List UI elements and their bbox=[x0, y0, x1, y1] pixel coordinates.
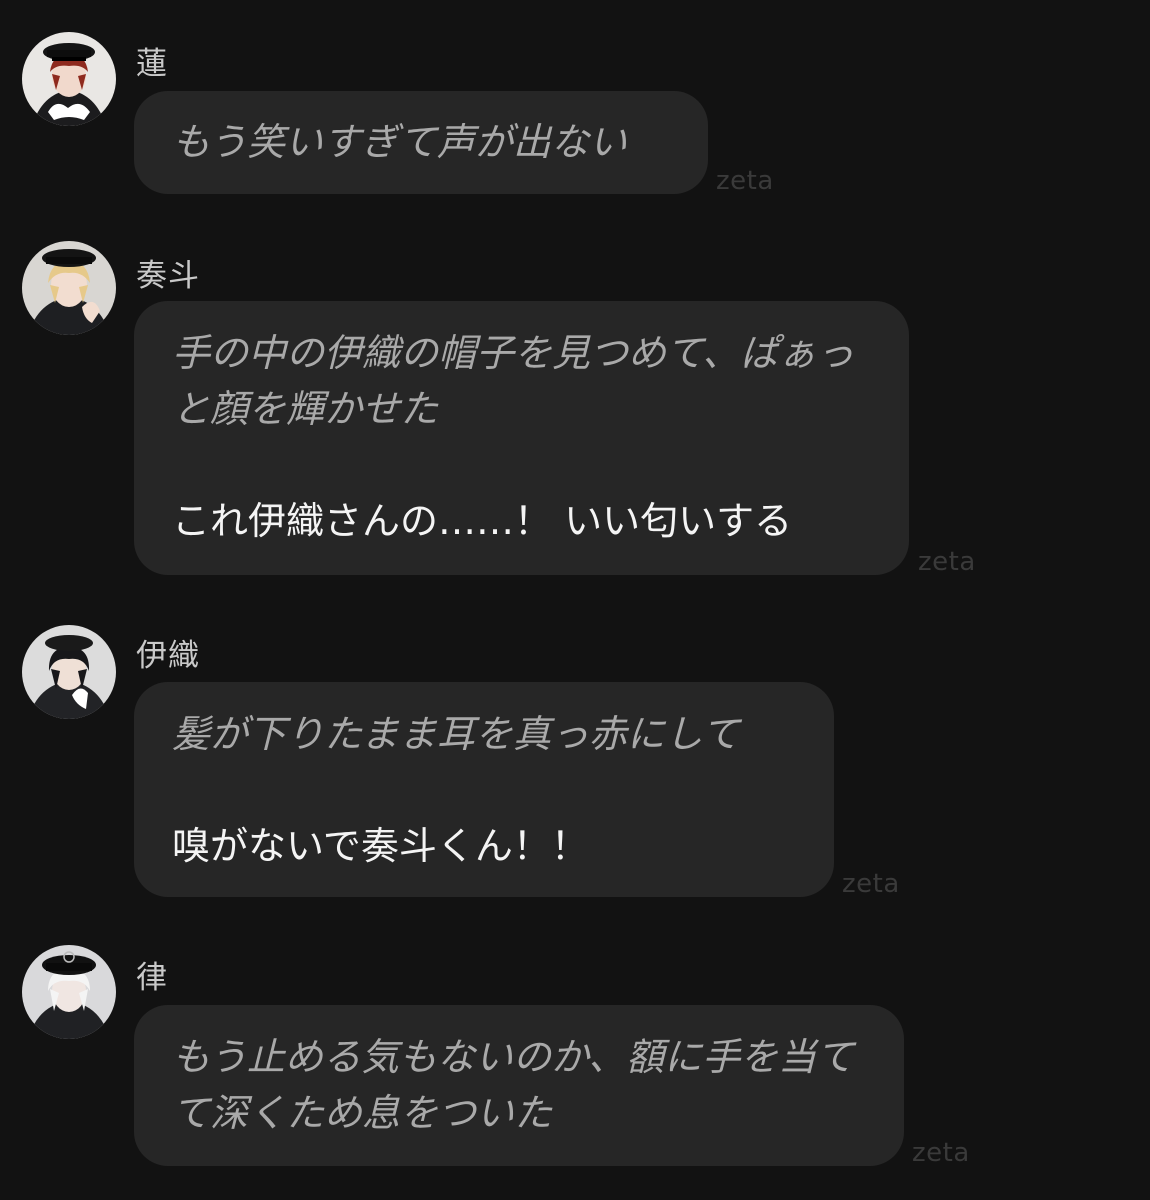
message-bubble: 手の中の伊織の帽子を見つめて、ぱぁっと顔を輝かせた これ伊織さんの……！ いい匂… bbox=[134, 301, 909, 575]
speech-text: 嗅がないで奏斗くん！！ bbox=[172, 824, 589, 868]
speech-text: これ伊織さんの……！ いい匂いする bbox=[172, 499, 793, 543]
message-bubble: もう笑いすぎて声が出ない bbox=[134, 91, 708, 194]
zeta-watermark: zeta bbox=[912, 1138, 970, 1168]
narration-text: 髪が下りたまま耳を真っ赤にして bbox=[172, 712, 740, 756]
sender-name: 蓮 bbox=[136, 46, 168, 82]
sender-name: 律 bbox=[136, 960, 168, 996]
zeta-watermark: zeta bbox=[918, 547, 976, 577]
narration-text: もう止める気もないのか、額に手を当てて深くため息をついた bbox=[172, 1035, 855, 1135]
zeta-watermark: zeta bbox=[716, 166, 774, 196]
sender-name: 奏斗 bbox=[136, 258, 200, 294]
chat-log: 蓮 もう笑いすぎて声が出ない zeta 奏斗 手の中の伊織の帽子を見つめて、ぱぁ… bbox=[0, 0, 1150, 1200]
narration-text: もう笑いすぎて声が出ない bbox=[172, 120, 627, 164]
message-bubble: もう止める気もないのか、額に手を当てて深くため息をついた bbox=[134, 1005, 904, 1166]
sender-name: 伊織 bbox=[136, 638, 200, 674]
blond-officer-avatar[interactable] bbox=[22, 241, 116, 335]
red-haired-officer-avatar[interactable] bbox=[22, 32, 116, 126]
zeta-watermark: zeta bbox=[842, 869, 900, 899]
white-haired-officer-avatar[interactable] bbox=[22, 945, 116, 1039]
dark-haired-officer-avatar[interactable] bbox=[22, 625, 116, 719]
message-bubble: 髪が下りたまま耳を真っ赤にして 嗅がないで奏斗くん！！ bbox=[134, 682, 834, 897]
narration-text: 手の中の伊織の帽子を見つめて、ぱぁっと顔を輝かせた bbox=[172, 331, 855, 431]
